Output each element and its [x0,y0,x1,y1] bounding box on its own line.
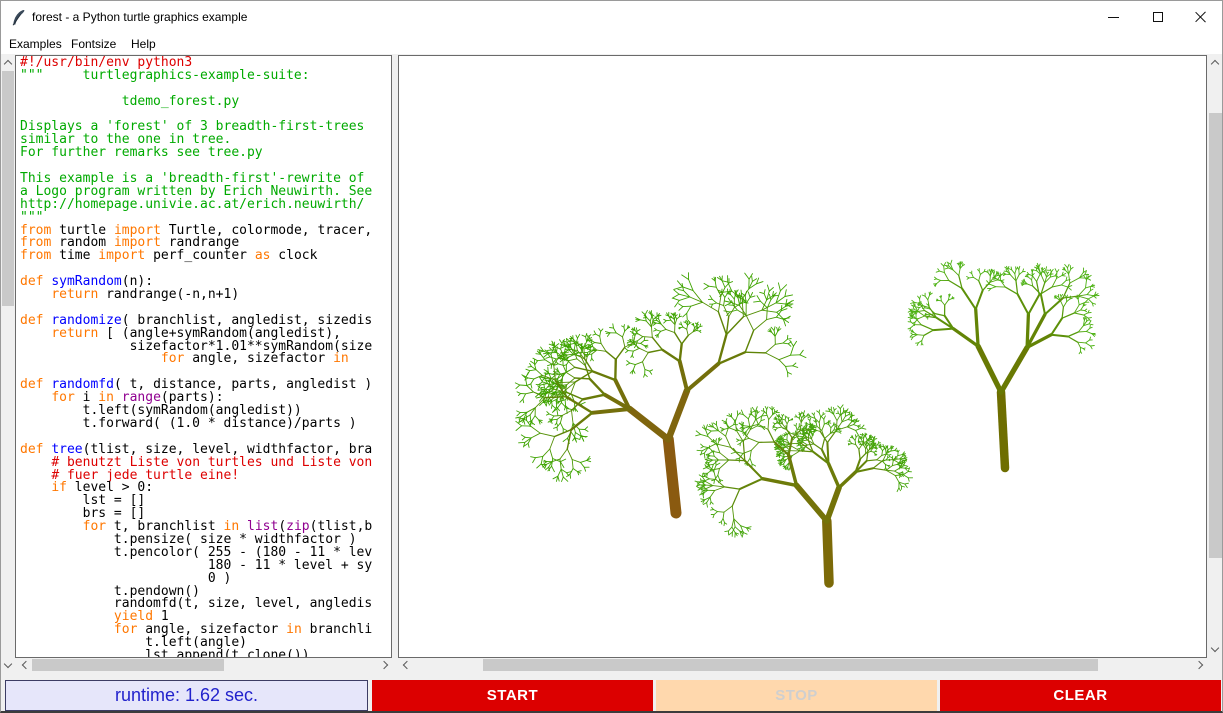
turtle-canvas[interactable] [398,55,1207,658]
close-icon [1195,11,1207,23]
canvas-hscroll-thumb[interactable] [483,659,1098,671]
start-button[interactable]: START [372,680,653,711]
scroll-down-arrow-icon[interactable] [1,658,15,672]
scroll-down-arrow-icon[interactable] [1208,642,1222,656]
code-line: http://homepage.univie.ac.at/erich.neuwi… [20,199,391,212]
scroll-left-arrow-icon[interactable] [17,658,31,672]
code-line: """ turtlegraphics-example-suite: [20,70,391,83]
scroll-right-arrow-icon[interactable] [1193,658,1207,672]
canvas-vscrollbar[interactable] [1208,55,1223,656]
code-line: tdemo_forest.py [20,96,391,109]
app-window: forest - a Python turtle graphics exampl… [0,0,1223,713]
window-title: forest - a Python turtle graphics exampl… [32,10,247,24]
scroll-left-arrow-icon[interactable] [398,658,412,672]
canvas-hscrollbar[interactable] [398,658,1207,672]
tree-middle [695,405,913,583]
menu-help[interactable]: Help [128,36,159,52]
scroll-up-arrow-icon[interactable] [1208,55,1222,69]
code-vscrollbar[interactable] [1,55,15,672]
maximize-button[interactable] [1139,1,1177,33]
menu-bar: Examples Fontsize Help [1,33,1222,54]
close-button[interactable] [1182,1,1220,33]
canvas-vscroll-thumb[interactable] [1209,113,1222,558]
code-line: For further remarks see tree.py [20,147,391,160]
code-line: lst.append(t.clone()) [20,650,391,658]
minimize-icon [1108,17,1119,18]
clear-button[interactable]: CLEAR [940,680,1221,711]
tree-left [515,273,806,513]
code-line: t.forward( (1.0 * distance)/parts ) [20,418,391,431]
code-line: for angle, sizefactor in [20,353,391,366]
code-line: from time import perf_counter as clock [20,250,391,263]
code-line: return randrange(-n,n+1) [20,289,391,302]
menu-examples[interactable]: Examples [6,36,65,52]
title-bar[interactable]: forest - a Python turtle graphics exampl… [1,1,1222,33]
code-text[interactable]: #!/usr/bin/env python3""" turtlegraphics… [15,55,392,658]
menu-fontsize[interactable]: Fontsize [68,36,119,52]
stop-button: STOP [656,680,937,711]
code-hscrollbar[interactable] [17,658,392,672]
runtime-label: runtime: 1.62 sec. [5,680,368,711]
code-vscroll-thumb[interactable] [2,71,14,306]
scroll-up-arrow-icon[interactable] [1,55,15,69]
tree-right [908,260,1099,468]
scroll-right-arrow-icon[interactable] [378,658,392,672]
minimize-button[interactable] [1094,1,1132,33]
code-hscroll-thumb[interactable] [32,659,224,671]
turtle-canvas-svg [399,56,1206,657]
maximize-icon [1153,12,1163,22]
feather-icon [11,9,26,26]
